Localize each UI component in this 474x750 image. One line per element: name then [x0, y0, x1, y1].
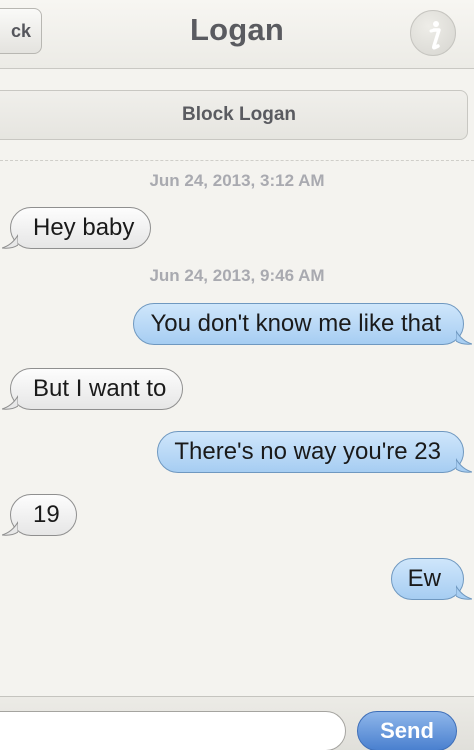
block-contact-label: Block Logan [181, 104, 296, 125]
send-button[interactable]: Send [357, 711, 457, 750]
message-text: Hey baby [33, 214, 135, 241]
block-contact-button[interactable]: Block Logan [0, 90, 468, 140]
divider [0, 160, 474, 161]
bubble-tail-icon [456, 458, 472, 473]
timestamp: Jun 24, 2013, 3:12 AM [149, 171, 325, 190]
message-bubble-outgoing[interactable]: Ew [390, 558, 472, 600]
bubble-tail-icon [2, 234, 18, 249]
messages-screen: ck Logan Block Logan Jun 24, 2013, 3:12 … [0, 0, 474, 750]
message-bubble-incoming[interactable]: But I want to [2, 368, 184, 410]
bubble-tail-icon [2, 395, 18, 410]
message-text: But I want to [33, 375, 167, 402]
message-input[interactable] [0, 711, 346, 750]
message-bubble-outgoing[interactable]: You don't know me like that [133, 303, 472, 345]
bubble-tail-icon [456, 585, 472, 600]
send-button-label: Send [380, 718, 434, 743]
message-bubble-incoming[interactable]: 19 [2, 494, 77, 536]
compose-bar: Send [0, 696, 474, 750]
info-icon[interactable] [410, 10, 456, 56]
message-text: Ew [407, 565, 441, 592]
message-text: You don't know me like that [150, 310, 441, 337]
message-bubble-incoming[interactable]: Hey baby [2, 207, 152, 249]
message-text: 19 [33, 501, 60, 528]
nav-bar: ck Logan [0, 0, 474, 69]
bubble-tail-icon [456, 330, 472, 345]
message-text: There's no way you're 23 [174, 438, 441, 465]
timestamp: Jun 24, 2013, 9:46 AM [149, 266, 325, 285]
message-bubble-outgoing[interactable]: There's no way you're 23 [157, 431, 472, 473]
conversation-title: Logan [190, 12, 284, 47]
bubble-tail-icon [2, 521, 18, 536]
